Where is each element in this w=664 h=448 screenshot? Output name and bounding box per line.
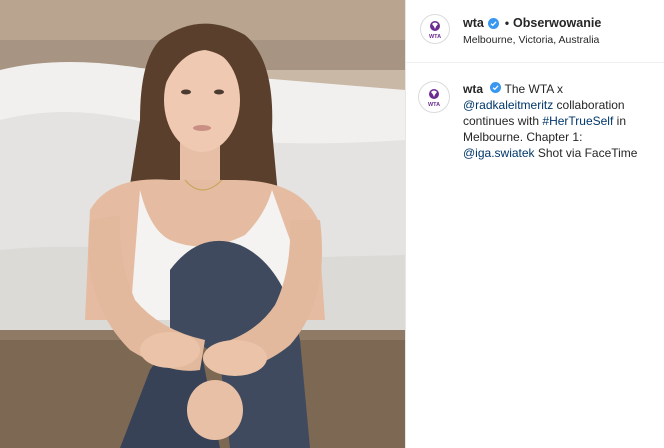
- wta-logo-icon: WTA: [428, 89, 440, 108]
- caption-text: wta The WTA x @radkaleitmeritz collabora…: [463, 81, 643, 161]
- post-header: WTA wta • Obserwowanie Melbourne, Victor…: [406, 0, 664, 63]
- mention-link-radkaleitmeritz[interactable]: @radkaleitmeritz: [463, 98, 553, 112]
- separator-dot: •: [504, 16, 510, 30]
- post-photo[interactable]: [0, 0, 405, 448]
- header-text: wta • Obserwowanie Melbourne, Victoria, …: [463, 16, 601, 46]
- portrait-photo-icon: [0, 0, 405, 448]
- verified-badge-icon: [487, 17, 499, 29]
- mention-link-iga-swiatek[interactable]: @iga.swiatek: [463, 146, 535, 160]
- caption-avatar[interactable]: WTA: [418, 81, 450, 113]
- instagram-post: WTA wta • Obserwowanie Melbourne, Victor…: [0, 0, 664, 448]
- wta-logo-icon: WTA: [429, 21, 441, 40]
- caption: WTA wta The WTA x @radkaleitmeritz colla…: [406, 63, 664, 161]
- avatar[interactable]: WTA: [420, 14, 450, 44]
- location-link[interactable]: Melbourne, Victoria, Australia: [463, 34, 601, 46]
- hashtag-link-hertrueself[interactable]: #HerTrueSelf: [542, 114, 613, 128]
- verified-badge-icon: [490, 82, 502, 93]
- caption-part-4: Shot via FaceTime: [534, 146, 638, 160]
- username-link[interactable]: wta: [463, 16, 484, 30]
- header-row: wta • Obserwowanie: [463, 16, 601, 30]
- following-button[interactable]: Obserwowanie: [513, 16, 601, 30]
- caption-avatar-logo-text: WTA: [428, 102, 440, 108]
- avatar-logo-text: WTA: [429, 34, 441, 40]
- caption-part-1: The WTA x: [504, 82, 563, 96]
- caption-username-link[interactable]: wta: [463, 82, 483, 96]
- post-sidebar: WTA wta • Obserwowanie Melbourne, Victor…: [405, 0, 664, 448]
